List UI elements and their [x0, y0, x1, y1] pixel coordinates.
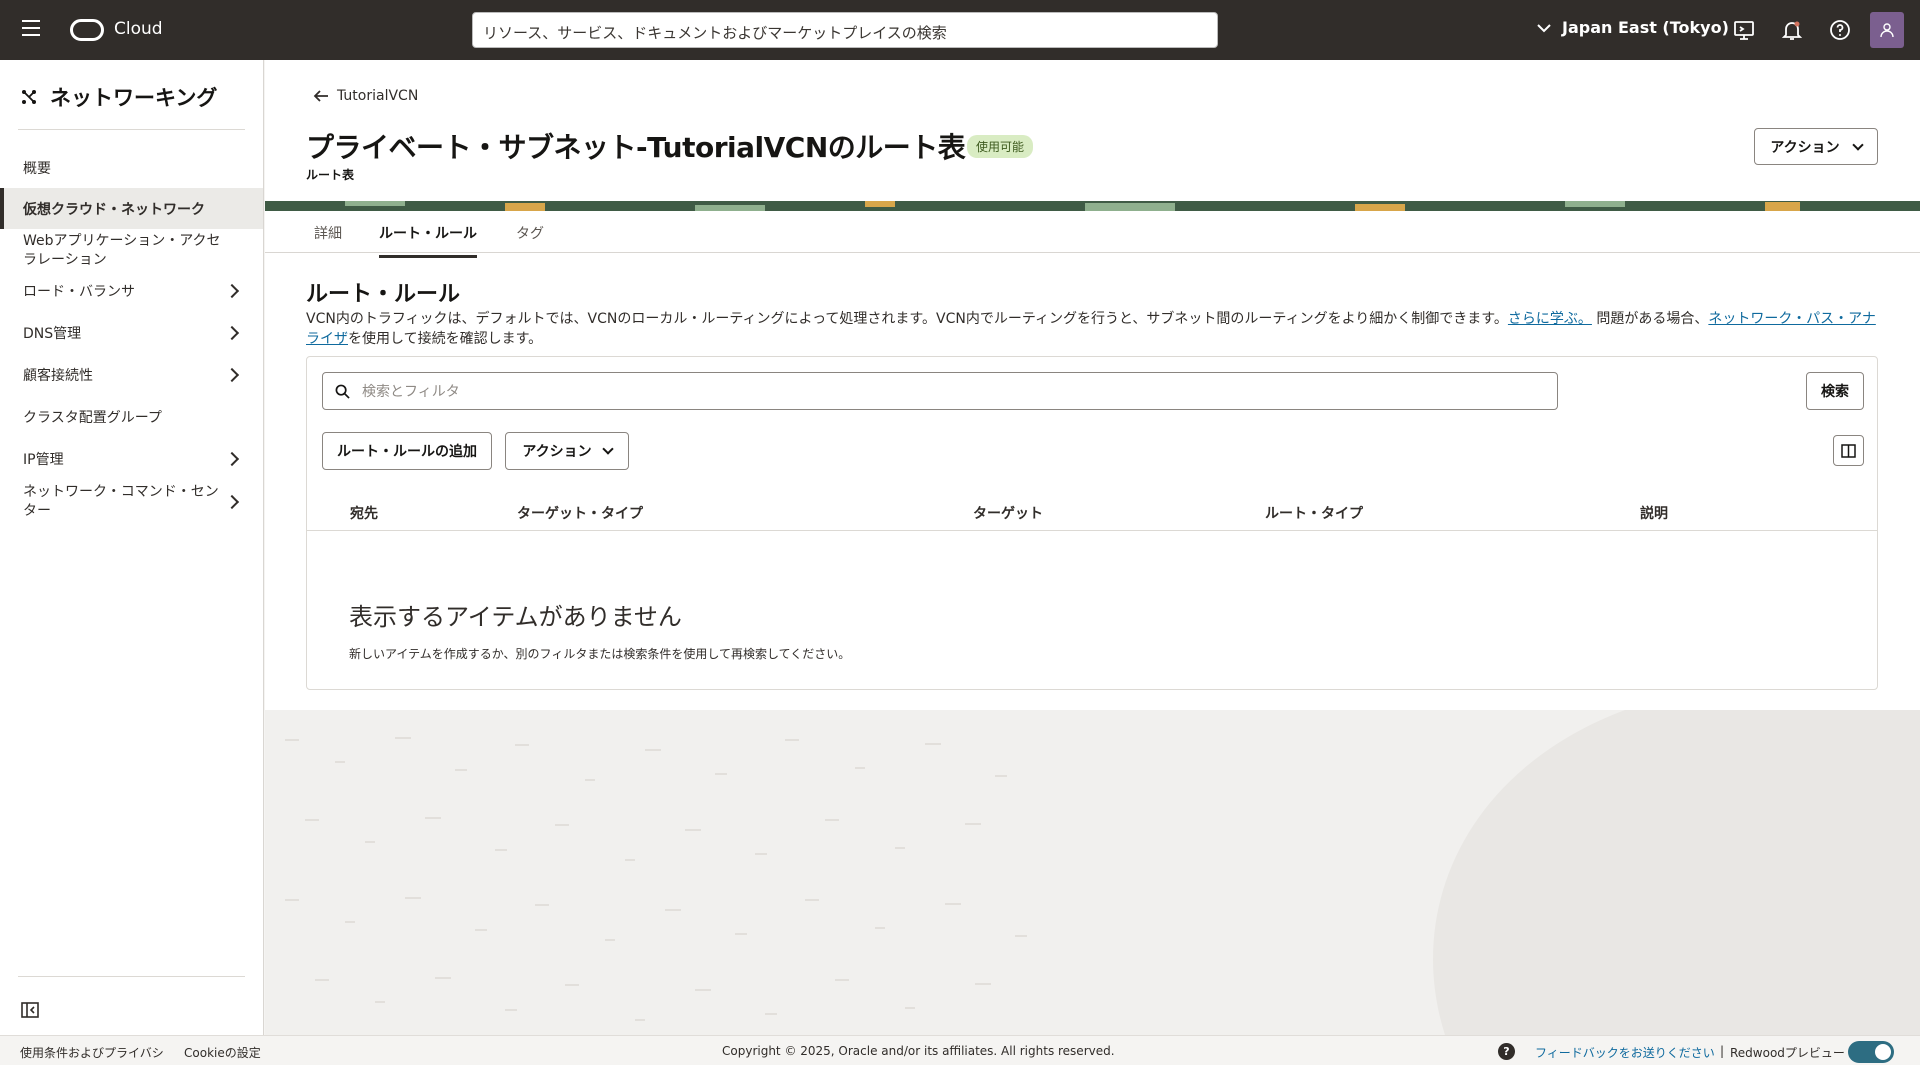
actions-label: アクション [522, 444, 592, 460]
search-icon [335, 384, 350, 399]
desc-text: を使用して接続を確認します。 [348, 331, 543, 347]
desc-text: VCN内のトラフィックは、デフォルトでは、VCNのローカル・ルーティングによって… [306, 311, 1508, 327]
sidebar-item-label: クラスタ配置グループ [23, 410, 162, 426]
divider [18, 129, 245, 130]
back-link[interactable]: TutorialVCN [313, 88, 418, 104]
user-icon [1880, 23, 1894, 38]
table-header-row: 宛先 ターゲット・タイプ ターゲット ルート・タイプ 説明 [307, 491, 1877, 531]
redwood-preview-toggle[interactable] [1848, 1041, 1894, 1063]
hamburger-menu-icon[interactable] [22, 20, 42, 40]
chevron-down-icon [601, 443, 614, 455]
sidebar-item-label: DNS管理 [23, 326, 82, 342]
sidebar-item-cluster-placement[interactable]: クラスタ配置グループ [0, 404, 263, 430]
route-rules-panel: 検索とフィルタ 検索 ルート・ルールの追加 アクション 宛先 ターゲット・タイプ… [306, 356, 1878, 690]
column-header[interactable]: ターゲット・タイプ [517, 503, 643, 523]
filter-search-input[interactable]: 検索とフィルタ [322, 372, 1558, 410]
page-actions-button[interactable]: アクション [1754, 128, 1878, 165]
copyright-text: Copyright © 2025, Oracle and/or its affi… [722, 1044, 1115, 1058]
sidebar-item-label: 顧客接続性 [23, 368, 93, 384]
chevron-right-icon [224, 367, 240, 383]
arrow-left-icon [313, 90, 328, 102]
sidebar-item-label: ネットワーク・コマンド・センター [23, 484, 219, 519]
empty-state-title: 表示するアイテムがありません [349, 603, 682, 631]
column-header[interactable]: ルート・タイプ [1265, 503, 1363, 523]
sidebar-item-load-balancer[interactable]: ロード・バランサ [0, 278, 263, 304]
region-label: Japan East (Tokyo) [1562, 18, 1729, 37]
filter-placeholder: 検索とフィルタ [362, 384, 460, 400]
terms-link[interactable]: 使用条件およびプライバシ [20, 1044, 164, 1061]
chevron-right-icon [224, 451, 240, 467]
chevron-right-icon [224, 325, 240, 341]
page-subtitle: ルート表 [306, 168, 355, 182]
chevron-down-icon [1851, 138, 1864, 151]
decorative-background [265, 710, 1920, 1035]
sidebar-item-label: Webアプリケーション・アクセラレーション [23, 233, 221, 268]
add-route-rule-button[interactable]: ルート・ルールの追加 [322, 432, 492, 470]
sidebar-item-label: 仮想クラウド・ネットワーク [23, 201, 205, 218]
help-icon[interactable] [1828, 18, 1852, 42]
back-link-label: TutorialVCN [337, 88, 419, 104]
networking-icon [22, 90, 36, 104]
sidebar-item-dns[interactable]: DNS管理 [0, 320, 263, 346]
collapse-sidebar-icon[interactable] [20, 1000, 40, 1020]
page-title: プライベート・サブネット-TutorialVCNのルート表 [306, 131, 966, 164]
sidebar: ネットワーキング 概要 仮想クラウド・ネットワーク Webアプリケーション・アク… [0, 60, 264, 1035]
sidebar-item-ip-management[interactable]: IP管理 [0, 446, 263, 472]
divider [18, 976, 245, 977]
cookie-settings-link[interactable]: Cookieの設定 [184, 1044, 261, 1061]
footer-separator: | [1720, 1044, 1725, 1058]
top-header: Cloud リソース、サービス、ドキュメントおよびマーケットプレイスの検索 Ja… [0, 0, 1920, 60]
status-badge: 使用可能 [967, 135, 1034, 158]
help-icon[interactable]: ? [1498, 1043, 1515, 1060]
sidebar-item-customer-connectivity[interactable]: 顧客接続性 [0, 362, 263, 388]
brand-label[interactable]: Cloud [114, 19, 163, 39]
column-header[interactable]: ターゲット [973, 503, 1043, 523]
sidebar-item-label: IP管理 [23, 452, 64, 468]
global-search-input[interactable]: リソース、サービス、ドキュメントおよびマーケットプレイスの検索 [472, 12, 1218, 48]
section-title: ルート・ルール [306, 282, 461, 307]
sidebar-item-web-app-acceleration[interactable]: Webアプリケーション・アクセラレーション [0, 230, 263, 272]
sidebar-item-vcn[interactable]: 仮想クラウド・ネットワーク [0, 188, 263, 229]
tab-route-rules[interactable]: ルート・ルール [379, 223, 477, 258]
chevron-right-icon [224, 283, 240, 299]
decorative-banner [265, 201, 1920, 211]
desc-text: 問題がある場合、 [1591, 311, 1709, 327]
sidebar-item-label: ロード・バランサ [23, 284, 135, 300]
column-settings-button[interactable] [1833, 435, 1864, 466]
redwood-preview-label: Redwoodプレビュー [1730, 1046, 1845, 1060]
notifications-bell-icon[interactable] [1780, 18, 1804, 42]
sidebar-item-label: 概要 [23, 161, 51, 177]
oracle-logo-icon[interactable] [70, 19, 104, 41]
feedback-link[interactable]: フィードバックをお送りください [1535, 1044, 1715, 1061]
sidebar-title-label: ネットワーキング [50, 86, 218, 110]
sidebar-item-network-command-center[interactable]: ネットワーク・コマンド・センター [0, 481, 263, 523]
actions-label: アクション [1770, 139, 1840, 156]
column-header[interactable]: 宛先 [350, 503, 378, 523]
sidebar-item-overview[interactable]: 概要 [0, 155, 263, 181]
section-description: VCN内のトラフィックは、デフォルトでは、VCNのローカル・ルーティングによって… [306, 309, 1876, 349]
chevron-down-icon [1537, 23, 1551, 32]
table-actions-button[interactable]: アクション [505, 432, 629, 470]
sidebar-title: ネットワーキング [20, 82, 217, 112]
region-selector[interactable]: Japan East (Tokyo) [1536, 18, 1729, 37]
tab-bar: 詳細 ルート・ルール タグ [265, 211, 1920, 258]
tab-tags[interactable]: タグ [516, 223, 544, 255]
user-avatar[interactable] [1870, 12, 1904, 48]
cloud-shell-icon[interactable] [1732, 18, 1756, 42]
column-header[interactable]: 説明 [1640, 503, 1668, 523]
search-button[interactable]: 検索 [1806, 372, 1864, 410]
columns-icon [1841, 443, 1856, 458]
tab-details[interactable]: 詳細 [314, 223, 342, 255]
learn-more-link[interactable]: さらに学ぶ。 [1508, 311, 1592, 327]
footer: 使用条件およびプライバシ Cookieの設定 Copyright © 2025,… [0, 1035, 1920, 1065]
empty-state-message: 新しいアイテムを作成するか、別のフィルタまたは検索条件を使用して再検索してくださ… [349, 647, 851, 661]
